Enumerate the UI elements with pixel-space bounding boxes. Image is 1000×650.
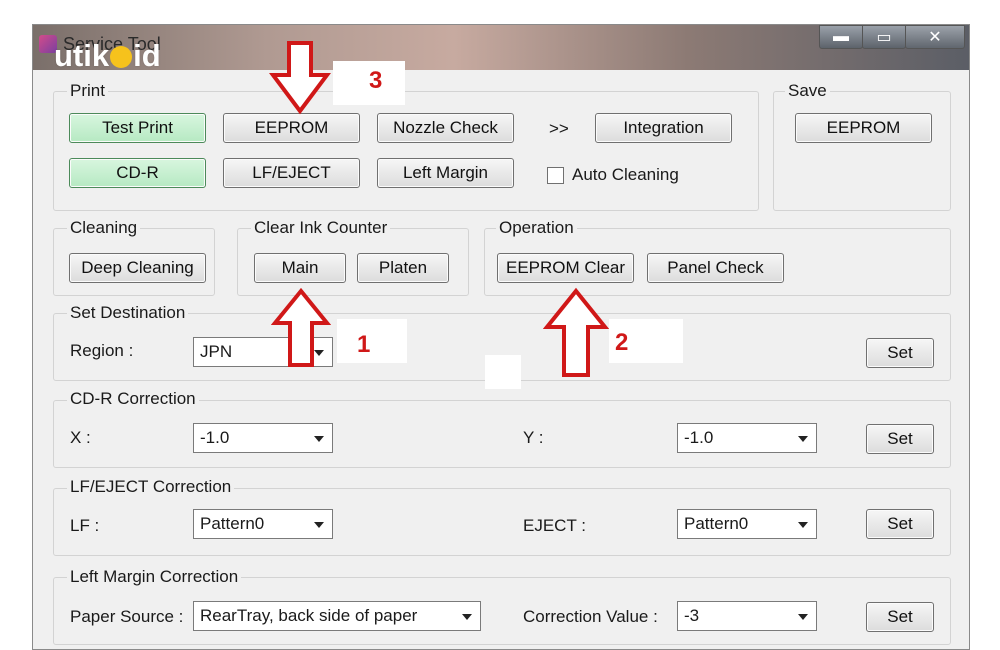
region-label: Region : [70,341,134,360]
correction-value-label: Correction Value : [523,607,658,626]
eeprom-print-button[interactable]: EEPROM [223,113,360,143]
annotation-number-1: 1 [357,331,371,358]
main-button[interactable]: Main [254,253,346,283]
correction-value: -3 [684,606,700,625]
watermark-logo: utik id [54,38,161,74]
watermark-dot [110,46,133,68]
service-tool-window: Service Tool ▬ ▭ ✕ Print Test Print EEPR… [32,24,970,650]
eeprom-clear-button[interactable]: EEPROM Clear [497,253,634,283]
cdr-x-label: X : [70,428,91,447]
lf-label: LF : [70,516,100,535]
cdr-y-select[interactable]: -1.0 [677,423,817,453]
annotation-patch [337,319,407,363]
lf-eject-button[interactable]: LF/EJECT [223,158,360,188]
save-eeprom-button[interactable]: EEPROM [795,113,932,143]
save-group-label: Save [785,81,830,101]
arrow-up-icon [271,287,331,367]
panel-check-button[interactable]: Panel Check [647,253,784,283]
chevron-down-icon [314,436,324,442]
maximize-icon[interactable]: ▭ [862,25,906,49]
close-icon[interactable]: ✕ [905,25,965,49]
print-group [53,91,759,211]
operation-group-label: Operation [496,218,577,238]
deep-cleaning-button[interactable]: Deep Cleaning [69,253,206,283]
auto-cleaning-checkbox[interactable] [547,167,564,184]
cleaning-group-label: Cleaning [67,218,141,238]
eject-label: EJECT : [523,516,586,535]
eject-select-value: Pattern0 [684,514,749,533]
chevron-down-icon [798,436,808,442]
cdr-y-label: Y : [523,428,544,447]
auto-cleaning-label: Auto Cleaning [572,165,679,184]
left-margin-button[interactable]: Left Margin [377,158,514,188]
nozzle-check-button[interactable]: Nozzle Check [377,113,514,143]
more-indicator: >> [549,119,569,138]
paper-source-label: Paper Source : [70,607,184,626]
cdr-y-value: -1.0 [684,428,714,447]
cdr-x-value: -1.0 [200,428,230,447]
set-destination-set-button[interactable]: Set [866,338,934,368]
lf-eject-set-button[interactable]: Set [866,509,934,539]
chevron-down-icon [462,614,472,620]
lf-select[interactable]: Pattern0 [193,509,333,539]
save-group [773,91,951,211]
region-select-value: JPN [200,342,233,361]
integration-button[interactable]: Integration [595,113,732,143]
lf-select-value: Pattern0 [200,514,265,533]
eject-select[interactable]: Pattern0 [677,509,817,539]
cdr-x-select[interactable]: -1.0 [193,423,333,453]
print-group-label: Print [67,81,108,101]
watermark-text-right: id [133,38,161,73]
left-margin-set-button[interactable]: Set [866,602,934,632]
minimize-icon[interactable]: ▬ [819,25,863,49]
cdr-set-button[interactable]: Set [866,424,934,454]
arrow-up-icon [543,287,609,377]
lf-eject-correction-label: LF/EJECT Correction [67,477,235,497]
left-margin-correction-label: Left Margin Correction [67,567,242,587]
cd-r-button[interactable]: CD-R [69,158,206,188]
test-print-button[interactable]: Test Print [69,113,206,143]
watermark-text-left: utik [54,38,110,73]
set-destination-label: Set Destination [67,303,189,323]
annotation-number-2: 2 [615,329,629,356]
arrow-down-icon [269,41,331,115]
annotation-number-3: 3 [369,67,383,94]
window-controls: ▬ ▭ ✕ [819,25,965,51]
paper-source-value: RearTray, back side of paper [200,606,418,625]
chevron-down-icon [798,614,808,620]
title-bar[interactable]: Service Tool ▬ ▭ ✕ [33,25,969,70]
chevron-down-icon [314,522,324,528]
paper-source-select[interactable]: RearTray, back side of paper [193,601,481,631]
correction-value-select[interactable]: -3 [677,601,817,631]
chevron-down-icon [798,522,808,528]
clear-ink-counter-label: Clear Ink Counter [251,218,391,238]
annotation-patch [485,355,521,389]
platen-button[interactable]: Platen [357,253,449,283]
cdr-correction-label: CD-R Correction [67,389,199,409]
